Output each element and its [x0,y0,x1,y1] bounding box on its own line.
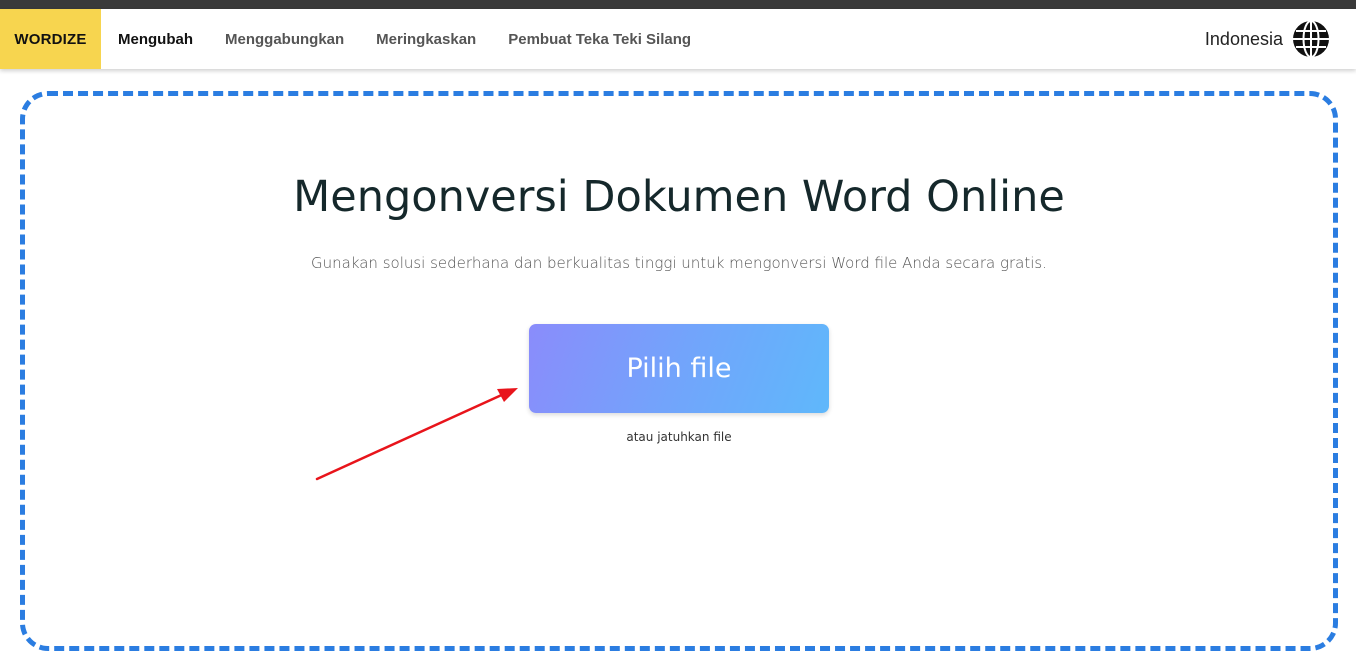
nav-link-merge[interactable]: Menggabungkan [225,31,344,48]
choose-file-button[interactable]: Pilih file [529,324,829,413]
nav-link-crossword[interactable]: Pembuat Teka Teki Silang [508,31,691,48]
nav-links: Mengubah Menggabungkan Meringkaskan Pemb… [118,31,723,48]
nav-link-convert[interactable]: Mengubah [118,31,193,48]
page-subtitle: Gunakan solusi sederhana dan berkualitas… [310,254,1047,272]
language-selector[interactable]: Indonesia [1205,9,1330,69]
globe-icon [1293,20,1329,58]
top-strip [0,0,1356,9]
language-label: Indonesia [1204,28,1283,49]
page-title: Mengonversi Dokumen Word Online [293,172,1065,222]
brand-logo[interactable]: WORDIZE [0,9,101,69]
navbar: WORDIZE Mengubah Menggabungkan Meringkas… [0,9,1356,69]
drop-hint: atau jatuhkan file [626,430,732,444]
nav-link-summarize[interactable]: Meringkaskan [376,31,476,48]
